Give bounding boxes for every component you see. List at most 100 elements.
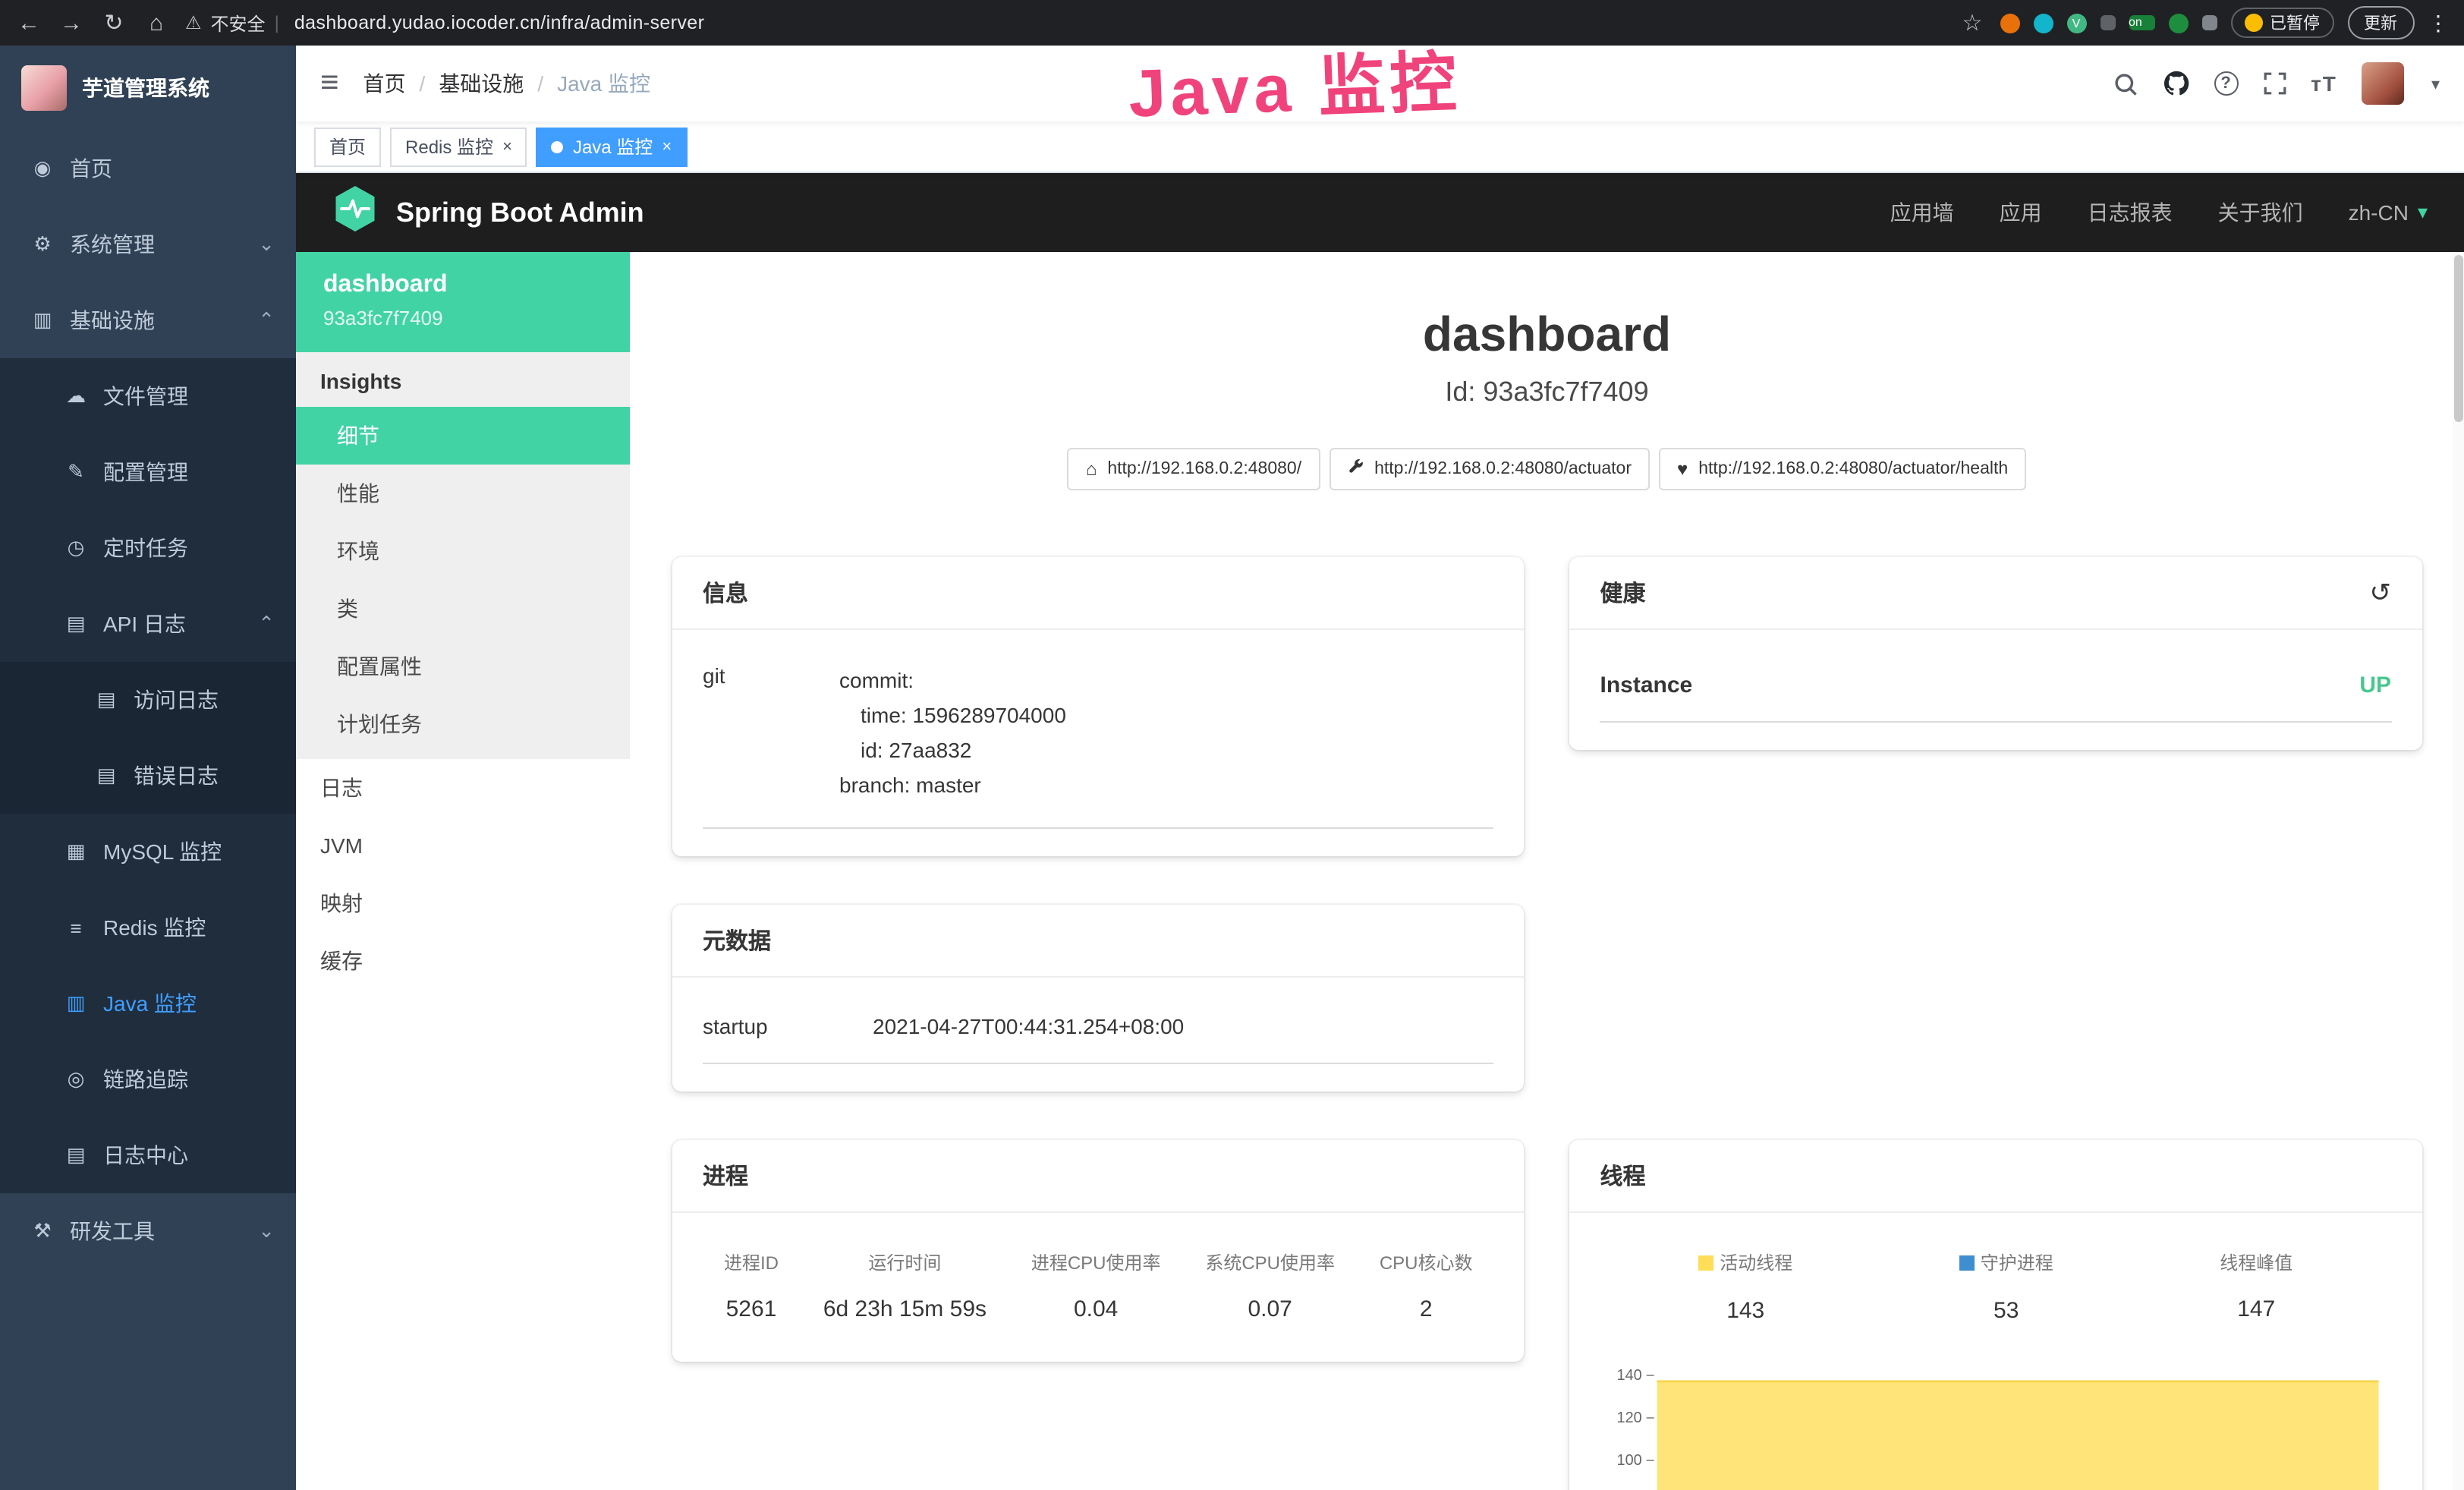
process-stat: 系统CPU使用率 0.07	[1199, 1249, 1341, 1322]
breadcrumb-infra[interactable]: 基础设施	[439, 68, 524, 99]
dashboard-icon: ◉	[30, 156, 55, 181]
extensions-puzzle-icon[interactable]	[2201, 15, 2217, 30]
legend-swatch-yellow	[1698, 1255, 1713, 1270]
main-column: ≡ 首页 / 基础设施 / Java 监控	[296, 46, 2464, 1490]
sba-nav-wallboard[interactable]: 应用墙	[1890, 197, 1954, 228]
sba-nav-about[interactable]: 关于我们	[2218, 197, 2303, 228]
info-row-label: git	[703, 663, 839, 803]
sidebar-item-jobs[interactable]: ◷ 定时任务	[0, 510, 296, 586]
app-logo[interactable]: 芋道管理系统	[0, 46, 296, 131]
chevron-down-icon: ⌄	[258, 232, 275, 257]
instance-header[interactable]: dashboard 93a3fc7f7409	[296, 252, 630, 352]
info-row-value: commit: time: 1596289704000 id: 27aa832 …	[839, 663, 1066, 803]
sba-nav-journal[interactable]: 日志报表	[2088, 197, 2173, 228]
sidebar-item-files[interactable]: ☁ 文件管理	[0, 358, 296, 434]
health-instance-row[interactable]: Instance UP	[1600, 645, 2392, 723]
sba-nav: 应用墙 应用 日志报表 关于我们 zh-CN ▾	[1890, 197, 2428, 228]
sidebar-item-system[interactable]: ⚙ 系统管理 ⌄	[0, 206, 296, 282]
back-icon[interactable]: ←	[15, 10, 42, 36]
sba-item-scheduled-tasks[interactable]: 计划任务	[296, 695, 630, 753]
locale-select[interactable]: zh-CN ▾	[2349, 200, 2428, 225]
layers-icon: ≡	[64, 916, 88, 939]
process-stat: 运行时间 6d 23h 15m 59s	[817, 1249, 993, 1322]
sidebar-item-config[interactable]: ✎ 配置管理	[0, 434, 296, 510]
topbar-actions: ? тT ▾	[2112, 62, 2440, 105]
sba-item-jvm[interactable]: JVM	[296, 817, 630, 874]
threads-stat-peak: 线程峰值 147	[2214, 1249, 2299, 1323]
fullscreen-icon[interactable]	[2262, 71, 2286, 96]
sba-item-logs[interactable]: 日志	[296, 759, 630, 817]
sidebar-item-infra[interactable]: ▥ 基础设施 ⌃	[0, 282, 296, 358]
health-url-button[interactable]: ♥ http://192.168.0.2:48080/actuator/heal…	[1659, 448, 2026, 490]
close-icon[interactable]: ×	[662, 137, 672, 156]
sba-item-metrics[interactable]: 性能	[296, 465, 630, 522]
sidebar-item-access-log[interactable]: ▤ 访问日志	[0, 662, 296, 738]
extension-icon-leaf[interactable]	[2168, 13, 2188, 33]
forward-icon[interactable]: →	[58, 10, 85, 36]
history-icon[interactable]: ↺	[2370, 578, 2392, 608]
sba-nav-applications[interactable]: 应用	[2000, 197, 2042, 228]
insights-group: Insights 细节 性能 环境 类 配置属性 计划任务	[296, 352, 630, 759]
active-dot	[552, 140, 564, 153]
chrome-toolbar-right: ☆ V on 已暂停 更新 ⋮	[1959, 6, 2449, 39]
breadcrumb-home[interactable]: 首页	[363, 68, 406, 99]
metadata-value: 2021-04-27T00:44:31.254+08:00	[873, 1014, 1184, 1038]
user-avatar[interactable]	[2362, 62, 2404, 105]
app-window: 芋道管理系统 ◉ 首页 ⚙ 系统管理 ⌄ ▥ 基础设施 ⌃ ☁	[0, 46, 2464, 1490]
process-card-title: 进程	[672, 1140, 1525, 1213]
tab-java-monitor[interactable]: Java 监控 ×	[537, 127, 687, 166]
bookmark-star-icon[interactable]: ☆	[1959, 9, 1986, 36]
sidebar-item-tracing[interactable]: ◎ 链路追踪	[0, 1041, 296, 1117]
tab-home[interactable]: 首页	[314, 127, 381, 166]
browser-chrome: ← → ↻ ⌂ ⚠ 不安全 | dashboard.yudao.iocoder.…	[0, 0, 2464, 46]
sidebar-item-java-monitor[interactable]: ▥ Java 监控	[0, 966, 296, 1041]
address-bar[interactable]: dashboard.yudao.iocoder.cn/infra/admin-s…	[294, 12, 705, 33]
help-icon[interactable]: ?	[2214, 71, 2238, 96]
close-icon[interactable]: ×	[502, 137, 512, 156]
sidebar-item-devtools[interactable]: ⚒ 研发工具 ⌄	[0, 1193, 296, 1269]
status-badge: UP	[2359, 673, 2391, 698]
sba-item-mappings[interactable]: 映射	[296, 874, 630, 932]
home-icon[interactable]: ⌂	[143, 10, 170, 36]
sidebar-item-home[interactable]: ◉ 首页	[0, 131, 296, 206]
extension-on-badge[interactable]: on	[2129, 15, 2154, 30]
vue-devtools-icon[interactable]: V	[2066, 13, 2086, 33]
font-size-icon[interactable]: тT	[2311, 71, 2337, 96]
actuator-url-button[interactable]: http://192.168.0.2:48080/actuator	[1329, 448, 1650, 490]
reload-icon[interactable]: ↻	[100, 9, 127, 36]
service-url-button[interactable]: ⌂ http://192.168.0.2:48080/	[1068, 448, 1320, 490]
toolbox-icon: ⚒	[30, 1219, 55, 1243]
github-icon[interactable]	[2162, 70, 2189, 97]
avatar-caret-icon[interactable]: ▾	[2431, 74, 2440, 93]
site-security[interactable]: ⚠ 不安全 |	[185, 10, 279, 36]
sba-body: dashboard 93a3fc7f7409 Insights 细节 性能 环境…	[296, 252, 2464, 1490]
tags-bar: 首页 Redis 监控 × Java 监控 ×	[296, 121, 2464, 173]
extension-icon-orange[interactable]	[2000, 13, 2019, 33]
scrollbar-thumb[interactable]	[2453, 255, 2462, 422]
profile-paused-badge[interactable]: 已暂停	[2230, 8, 2333, 38]
extension-icon-grid[interactable]	[2100, 15, 2115, 30]
sba-item-caches[interactable]: 缓存	[296, 932, 630, 990]
sidebar-item-api-log[interactable]: ▤ API 日志 ⌃	[0, 586, 296, 662]
sba-item-details[interactable]: 细节	[296, 407, 630, 465]
sba-item-config-props[interactable]: 配置属性	[296, 638, 630, 695]
sidebar-item-redis[interactable]: ≡ Redis 监控	[0, 890, 296, 966]
tab-redis-monitor[interactable]: Redis 监控 ×	[390, 127, 527, 166]
svg-text:120: 120	[1617, 1409, 1642, 1425]
chrome-menu-icon[interactable]: ⋮	[2428, 10, 2449, 36]
extension-icon-teal[interactable]	[2033, 13, 2053, 33]
sba-item-environment[interactable]: 环境	[296, 522, 630, 580]
gear-icon: ⚙	[30, 232, 55, 257]
sidebar-item-log-center[interactable]: ▤ 日志中心	[0, 1117, 296, 1193]
sba-item-classes[interactable]: 类	[296, 580, 630, 638]
scrollbar[interactable]	[2452, 252, 2464, 1490]
sidebar-item-error-log[interactable]: ▤ 错误日志	[0, 738, 296, 814]
chrome-update-button[interactable]: 更新	[2347, 6, 2414, 39]
search-icon[interactable]	[2112, 71, 2138, 96]
log-icon: ▤	[94, 688, 118, 712]
process-stat: 进程ID 5261	[718, 1249, 785, 1322]
insights-group-title: Insights	[296, 352, 630, 407]
sidebar-item-mysql[interactable]: ▦ MySQL 监控	[0, 814, 296, 890]
hamburger-icon[interactable]: ≡	[320, 65, 339, 102]
health-card: 健康 ↺ Instance UP	[1570, 557, 2422, 750]
